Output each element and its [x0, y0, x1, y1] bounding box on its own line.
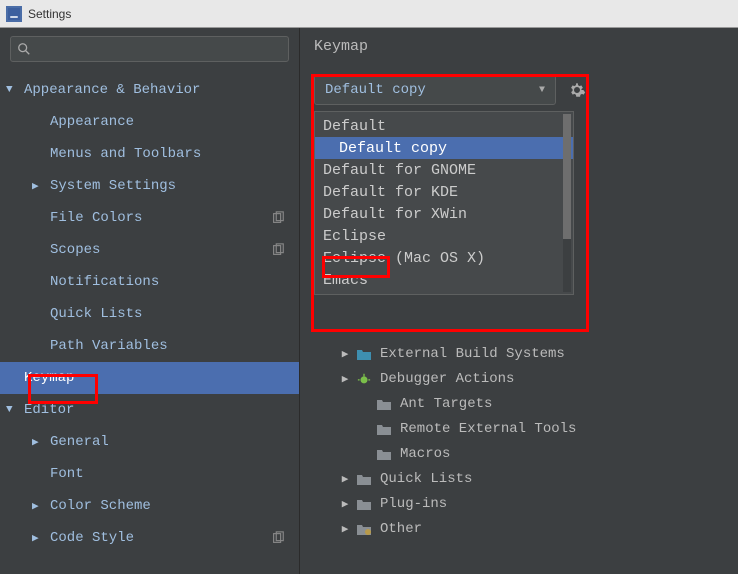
sidebar-item-label: Quick Lists: [50, 306, 142, 322]
arrow-icon: ▶: [32, 435, 46, 449]
sidebar-item-file-colors[interactable]: File Colors: [0, 202, 299, 234]
sidebar-item-label: Menus and Toolbars: [50, 146, 201, 162]
action-node-debugger-actions[interactable]: ▶ Debugger Actions: [314, 366, 738, 391]
action-node-label: Remote External Tools: [400, 421, 576, 437]
dropdown-option-default-for-kde[interactable]: Default for KDE: [315, 181, 573, 203]
folder-icon: [356, 522, 372, 536]
arrow-icon: ▶: [338, 522, 352, 536]
sidebar-item-label: Path Variables: [50, 338, 168, 354]
action-node-remote-external-tools[interactable]: ▶Remote External Tools: [314, 416, 738, 441]
dropdown-selected-label: Default copy: [325, 82, 426, 98]
folder-icon: [376, 447, 392, 461]
sidebar-item-quick-lists[interactable]: Quick Lists: [0, 298, 299, 330]
arrow-icon: ▶: [32, 531, 46, 545]
action-node-plug-ins[interactable]: ▶ Plug-ins: [314, 491, 738, 516]
external-folder-icon: [356, 347, 372, 361]
arrow-icon: ▼: [6, 84, 20, 96]
action-node-quick-lists[interactable]: ▶ Quick Lists: [314, 466, 738, 491]
settings-tree: ▼ Appearance & Behavior Appearance Menus an…: [0, 70, 299, 574]
sidebar-item-label: Code Style: [50, 530, 134, 546]
sidebar-item-label: Editor: [24, 402, 74, 418]
dropdown-option-emacs[interactable]: Emacs: [315, 269, 573, 291]
sidebar-item-scopes[interactable]: Scopes: [0, 234, 299, 266]
sidebar-item-label: Appearance & Behavior: [24, 82, 200, 98]
action-node-macros[interactable]: ▶Macros: [314, 441, 738, 466]
sidebar-item-appearance-behavior[interactable]: ▼ Appearance & Behavior: [0, 74, 299, 106]
chevron-down-icon: ▼: [539, 85, 545, 96]
panel-title: Keymap: [300, 28, 738, 75]
titlebar: Settings: [0, 0, 738, 28]
sidebar-item-label: System Settings: [50, 178, 176, 194]
dropdown-option-default-for-gnome[interactable]: Default for GNOME: [315, 159, 573, 181]
bug-icon: [356, 372, 372, 386]
dropdown-option-default[interactable]: Default: [315, 115, 573, 137]
sidebar-item-label: Scopes: [50, 242, 100, 258]
arrow-icon: ▼: [6, 404, 20, 416]
sidebar-item-color-scheme[interactable]: ▶ Color Scheme: [0, 490, 299, 522]
sidebar-item-label: Color Scheme: [50, 498, 151, 514]
action-node-label: External Build Systems: [380, 346, 565, 362]
folder-icon: [356, 472, 372, 486]
sidebar-item-editor[interactable]: ▼ Editor: [0, 394, 299, 426]
sidebar-item-label: General: [50, 434, 109, 450]
settings-sidebar: ▼ Appearance & Behavior Appearance Menus an…: [0, 28, 300, 574]
action-node-label: Debugger Actions: [380, 371, 514, 387]
copy-icon: [271, 211, 285, 225]
folder-icon: [376, 397, 392, 411]
arrow-icon: ▶: [338, 372, 352, 386]
action-node-label: Plug-ins: [380, 496, 447, 512]
dropdown-option-eclipse[interactable]: Eclipse: [315, 225, 573, 247]
sidebar-item-code-style[interactable]: ▶ Code Style: [0, 522, 299, 554]
arrow-icon: ▶: [338, 497, 352, 511]
sidebar-item-keymap[interactable]: Keymap: [0, 362, 299, 394]
sidebar-item-label: Font: [50, 466, 84, 482]
copy-icon: [271, 531, 285, 545]
sidebar-item-general[interactable]: ▶ General: [0, 426, 299, 458]
folder-icon: [356, 497, 372, 511]
action-node-label: Quick Lists: [380, 471, 472, 487]
copy-icon: [271, 243, 285, 257]
dropdown-option-default-for-xwin[interactable]: Default for XWin: [315, 203, 573, 225]
window-title: Settings: [28, 7, 71, 21]
settings-panel: Keymap Default copy ▼ DefaultDefault cop…: [300, 28, 738, 574]
sidebar-item-label: Notifications: [50, 274, 159, 290]
dropdown-option-default-copy[interactable]: Default copy: [315, 137, 573, 159]
arrow-icon: ▶: [32, 499, 46, 513]
sidebar-item-notifications[interactable]: Notifications: [0, 266, 299, 298]
sidebar-item-menus-and-toolbars[interactable]: Menus and Toolbars: [0, 138, 299, 170]
gear-button[interactable]: [566, 79, 588, 101]
action-node-other[interactable]: ▶ Other: [314, 516, 738, 541]
dropdown-option-eclipse-mac-os-x-[interactable]: Eclipse (Mac OS X): [315, 247, 573, 269]
search-icon: [17, 42, 31, 56]
keymap-dropdown[interactable]: Default copy ▼: [314, 75, 556, 105]
sidebar-item-appearance[interactable]: Appearance: [0, 106, 299, 138]
keymap-dropdown-list[interactable]: DefaultDefault copyDefault for GNOMEDefa…: [314, 111, 574, 295]
search-input[interactable]: [10, 36, 289, 62]
arrow-icon: ▶: [338, 347, 352, 361]
arrow-icon: ▶: [338, 472, 352, 486]
sidebar-item-label: Appearance: [50, 114, 134, 130]
sidebar-item-system-settings[interactable]: ▶ System Settings: [0, 170, 299, 202]
app-icon: [6, 6, 22, 22]
sidebar-item-label: File Colors: [50, 210, 142, 226]
dropdown-scrollbar[interactable]: [563, 114, 571, 292]
action-node-label: Macros: [400, 446, 450, 462]
action-node-ant-targets[interactable]: ▶Ant Targets: [314, 391, 738, 416]
sidebar-item-font[interactable]: Font: [0, 458, 299, 490]
folder-icon: [376, 422, 392, 436]
action-node-label: Ant Targets: [400, 396, 492, 412]
action-node-label: Other: [380, 521, 422, 537]
gear-icon: [568, 81, 586, 99]
sidebar-item-path-variables[interactable]: Path Variables: [0, 330, 299, 362]
action-node-external-build-systems[interactable]: ▶ External Build Systems: [314, 341, 738, 366]
sidebar-item-label: Keymap: [24, 370, 74, 386]
arrow-icon: ▶: [32, 179, 46, 193]
scrollbar-thumb[interactable]: [563, 114, 571, 239]
